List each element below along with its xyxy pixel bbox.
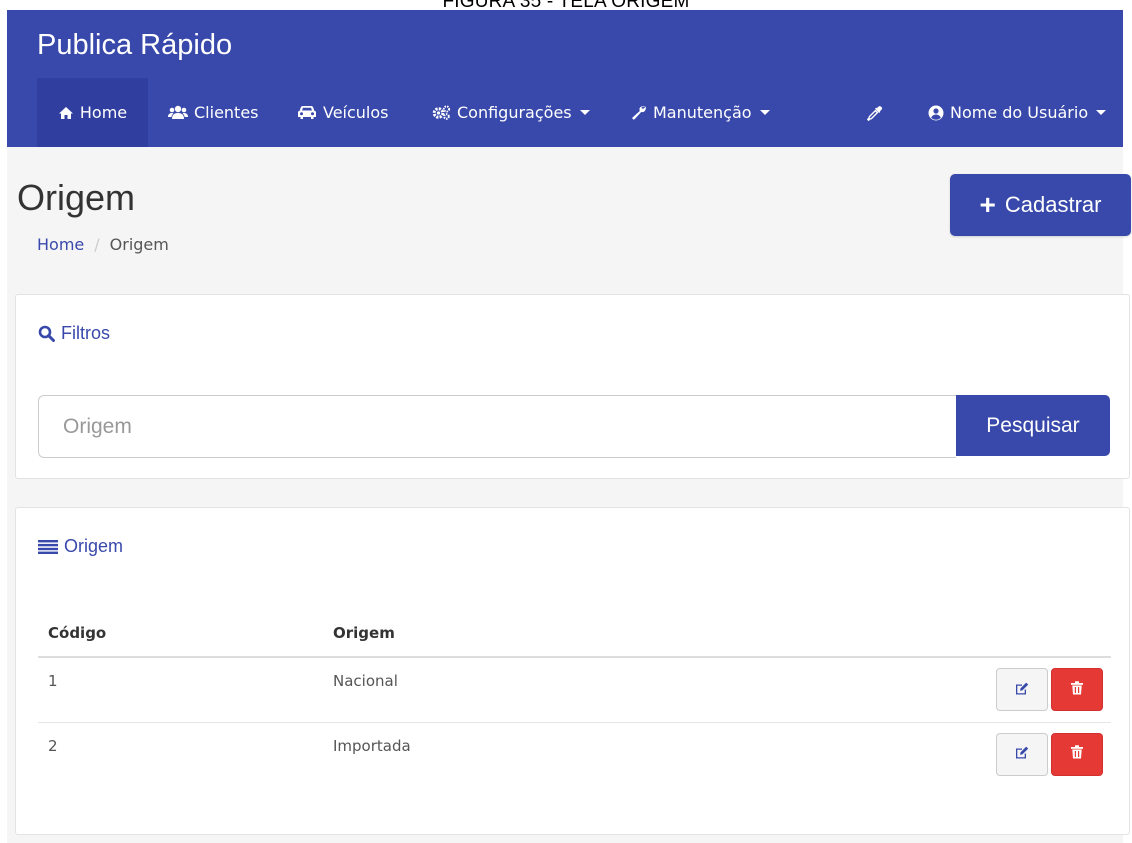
list-icon [38,539,58,554]
table-row: 2 Importada [38,722,1111,787]
search-input[interactable] [38,395,956,458]
nav-clientes-label: Clientes [194,103,259,122]
home-icon [58,106,74,120]
add-button-label: Cadastrar [1004,192,1102,217]
nav-veiculos[interactable]: Veículos [297,78,389,147]
search-icon [38,325,55,342]
add-button[interactable]: + Cadastrar [950,174,1131,236]
filters-panel: Filtros Pesquisar [15,294,1130,479]
nav-configuracoes[interactable]: Configurações [432,78,590,147]
breadcrumb: Home / Origem [37,235,169,254]
chevron-down-icon [579,110,590,115]
breadcrumb-current: Origem [109,235,169,254]
trash-icon [1071,680,1083,699]
table-header-row: Código Origem [38,610,1111,658]
eyedropper-button[interactable] [867,78,889,147]
car-icon [297,105,317,120]
page-title: Origem [17,177,136,218]
nav-home[interactable]: Home [37,78,148,147]
chevron-down-icon [759,110,770,115]
filters-heading: Filtros [38,323,110,344]
edit-button[interactable] [996,668,1048,711]
table-row: 1 Nacional [38,657,1111,723]
search-button[interactable]: Pesquisar [956,395,1110,456]
users-icon [168,105,188,120]
edit-icon [1015,681,1029,699]
nav-manutencao[interactable]: Manutenção [631,78,770,147]
column-header-code[interactable]: Código [38,610,323,658]
row-actions [981,722,1111,787]
app-window: Publica Rápido Home Clientes Veículos Co… [0,10,1132,843]
trash-icon [1071,745,1083,763]
nav-home-label: Home [79,103,128,122]
list-title: Origem [64,536,124,556]
nav-manutencao-label: Manutenção [653,103,752,122]
chevron-down-icon [1096,110,1107,115]
row-actions [981,657,1111,723]
edit-button[interactable] [996,732,1048,776]
column-header-actions [981,610,1111,658]
plus-icon: + [979,189,996,220]
user-circle-icon [928,105,944,121]
row-code: 1 [38,657,323,723]
breadcrumb-separator: / [94,235,100,254]
origin-list-panel: Origem Código Origem 1 Nacional 2 Import… [15,507,1130,835]
top-navbar: Publica Rápido Home Clientes Veículos Co… [7,10,1123,147]
brand-title[interactable]: Publica Rápido [37,29,232,62]
figure-caption: FIGURA 35 - TELA ORIGEM [0,0,1132,10]
figure-caption-text: FIGURA 35 - TELA ORIGEM [0,0,1132,10]
user-name-label: Nome do Usuário [950,103,1089,122]
wrench-icon [631,105,647,120]
nav-veiculos-label: Veículos [323,103,389,122]
user-menu[interactable]: Nome do Usuário [928,78,1107,147]
column-header-origin[interactable]: Origem [323,610,981,658]
nav-configuracoes-label: Configurações [457,103,572,122]
filters-title: Filtros [61,323,110,343]
list-heading: Origem [38,536,123,557]
eyedropper-icon [867,105,883,121]
delete-button[interactable] [1051,732,1103,776]
delete-button[interactable] [1051,668,1103,711]
edit-icon [1015,745,1029,763]
row-code: 2 [48,736,58,755]
row-origin: Importada [333,736,411,755]
nav-clientes[interactable]: Clientes [168,78,259,147]
origin-table: Código Origem 1 Nacional 2 Importada [38,610,1111,787]
breadcrumb-home-link[interactable]: Home [37,235,84,254]
cogs-icon [432,105,451,120]
row-origin: Nacional [323,657,981,723]
